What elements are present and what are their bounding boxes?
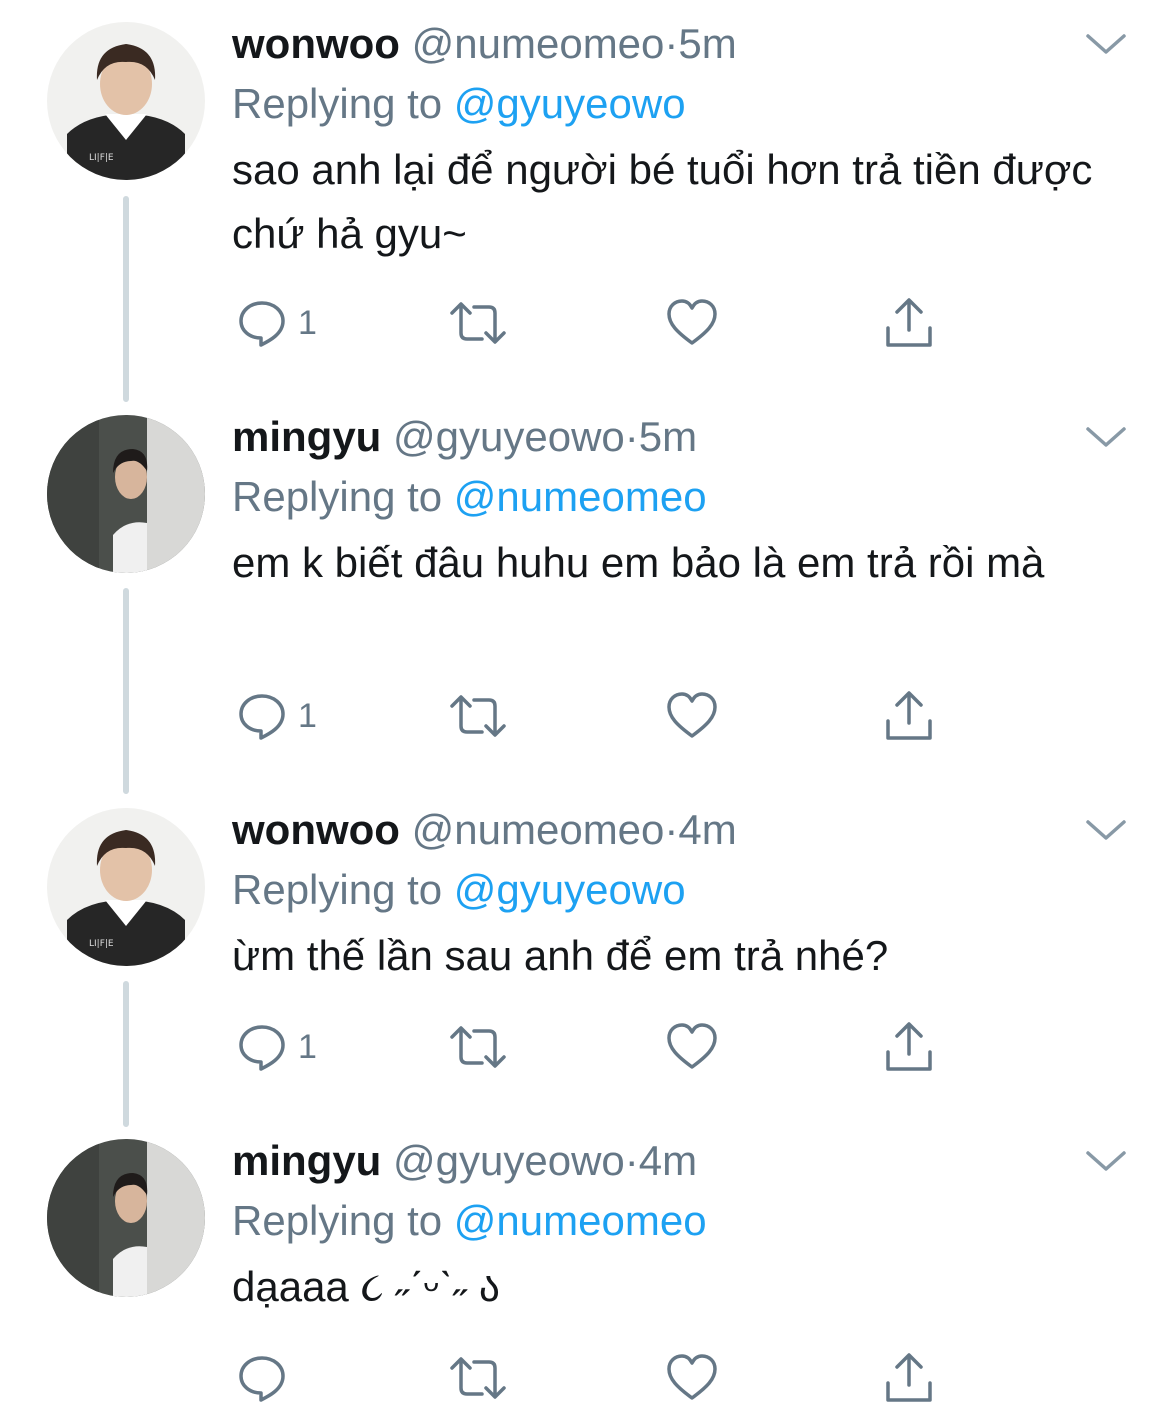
more-options-button[interactable] — [1082, 421, 1130, 453]
timestamp[interactable]: 5m — [678, 20, 736, 67]
timestamp[interactable]: 5m — [639, 413, 697, 460]
retweet-icon — [450, 695, 506, 737]
reply-count: 1 — [298, 1027, 317, 1066]
tweet[interactable]: LI|F|E wonwoo @numeomeo·5m Replying to @… — [0, 14, 1170, 394]
wonwoo-avatar-image: LI|F|E — [47, 808, 205, 966]
tweet-header: wonwoo @numeomeo·4m — [232, 800, 737, 860]
retweet-icon — [450, 1026, 506, 1068]
retweet-icon — [450, 1357, 506, 1399]
share-button[interactable] — [883, 1012, 935, 1082]
replying-to-label: Replying to — [232, 866, 443, 913]
separator: · — [664, 20, 679, 67]
like-button[interactable] — [665, 1012, 719, 1082]
svg-text:LI|F|E: LI|F|E — [89, 153, 114, 163]
separator: · — [664, 806, 679, 853]
svg-text:LI|F|E: LI|F|E — [89, 939, 114, 949]
timestamp[interactable]: 4m — [639, 1137, 697, 1184]
retweet-button[interactable] — [448, 1012, 508, 1082]
chevron-down-icon — [1086, 820, 1126, 840]
replying-to-label: Replying to — [232, 80, 443, 127]
reply-icon — [239, 1025, 285, 1071]
reply-count: 1 — [298, 696, 317, 735]
share-icon — [886, 1022, 932, 1071]
tweet[interactable]: mingyu @gyuyeowo·4m Replying to @numeome… — [0, 1131, 1170, 1419]
avatar[interactable] — [47, 1139, 205, 1297]
user-handle[interactable]: @numeomeo — [412, 806, 665, 853]
reply-button[interactable]: 1 — [236, 288, 317, 358]
share-icon — [886, 1353, 932, 1402]
tweet-header: mingyu @gyuyeowo·4m — [232, 1131, 697, 1191]
more-options-button[interactable] — [1082, 1145, 1130, 1177]
timestamp[interactable]: 4m — [678, 806, 736, 853]
heart-icon — [667, 1354, 717, 1400]
tweet[interactable]: LI|F|E wonwoo @numeomeo·4m Replying to @… — [0, 800, 1170, 1120]
user-handle[interactable]: @numeomeo — [412, 20, 665, 67]
user-handle[interactable]: @gyuyeowo — [393, 1137, 625, 1184]
like-button[interactable] — [665, 1343, 719, 1413]
tweet-actions — [0, 1343, 1170, 1413]
retweet-button[interactable] — [448, 288, 508, 358]
reply-icon — [239, 301, 285, 347]
tweet-text: dạaaa ૮ ˶ˊᵕˋ˶ ა — [232, 1263, 501, 1310]
separator: · — [624, 413, 639, 460]
retweet-button[interactable] — [448, 1343, 508, 1413]
heart-icon — [667, 1023, 717, 1069]
replying-to-link[interactable]: @numeomeo — [454, 473, 707, 520]
share-button[interactable] — [883, 1343, 935, 1413]
tweet-actions: 1 — [0, 1012, 1170, 1082]
replying-to-link[interactable]: @gyuyeowo — [454, 80, 686, 127]
display-name[interactable]: mingyu — [232, 413, 381, 460]
share-button[interactable] — [883, 681, 935, 751]
share-icon — [886, 298, 932, 347]
display-name[interactable]: wonwoo — [232, 806, 400, 853]
chevron-down-icon — [1086, 427, 1126, 447]
reply-icon — [239, 1356, 285, 1402]
wonwoo-avatar-image: LI|F|E — [47, 22, 205, 180]
tweet-text: sao anh lại để người bé tuổi hơn trả tiề… — [232, 146, 1093, 257]
reply-count: 1 — [298, 303, 317, 342]
avatar[interactable]: LI|F|E — [47, 22, 205, 180]
share-button[interactable] — [883, 288, 935, 358]
chevron-down-icon — [1086, 1151, 1126, 1171]
replying-to: Replying to @numeomeo — [232, 1191, 707, 1251]
reply-button[interactable] — [236, 1343, 298, 1413]
like-button[interactable] — [665, 288, 719, 358]
reply-button[interactable]: 1 — [236, 681, 317, 751]
more-options-button[interactable] — [1082, 814, 1130, 846]
tweet-actions: 1 — [0, 288, 1170, 358]
display-name[interactable]: wonwoo — [232, 20, 400, 67]
display-name[interactable]: mingyu — [232, 1137, 381, 1184]
user-handle[interactable]: @gyuyeowo — [393, 413, 625, 460]
replying-to-label: Replying to — [232, 473, 443, 520]
retweet-icon — [450, 302, 506, 344]
reply-icon — [239, 694, 285, 740]
tweet-text: ừm thế lần sau anh để em trả nhé? — [232, 932, 889, 979]
tweet-actions: 1 — [0, 681, 1170, 751]
replying-to: Replying to @numeomeo — [232, 467, 707, 527]
replying-to-link[interactable]: @numeomeo — [454, 1197, 707, 1244]
tweet[interactable]: mingyu @gyuyeowo·5m Replying to @numeome… — [0, 407, 1170, 787]
share-icon — [886, 691, 932, 740]
replying-to-label: Replying to — [232, 1197, 443, 1244]
replying-to: Replying to @gyuyeowo — [232, 860, 686, 920]
tweet-header: wonwoo @numeomeo·5m — [232, 14, 737, 74]
heart-icon — [667, 299, 717, 345]
mingyu-avatar-image — [47, 1139, 205, 1297]
heart-icon — [667, 692, 717, 738]
tweet-header: mingyu @gyuyeowo·5m — [232, 407, 697, 467]
replying-to: Replying to @gyuyeowo — [232, 74, 686, 134]
reply-button[interactable]: 1 — [236, 1012, 317, 1082]
separator: · — [624, 1137, 639, 1184]
avatar[interactable] — [47, 415, 205, 573]
tweet-text: em k biết đâu huhu em bảo là em trả rồi … — [232, 539, 1045, 586]
replying-to-link[interactable]: @gyuyeowo — [454, 866, 686, 913]
like-button[interactable] — [665, 681, 719, 751]
mingyu-avatar-image — [47, 415, 205, 573]
chevron-down-icon — [1086, 34, 1126, 54]
more-options-button[interactable] — [1082, 28, 1130, 60]
avatar[interactable]: LI|F|E — [47, 808, 205, 966]
retweet-button[interactable] — [448, 681, 508, 751]
